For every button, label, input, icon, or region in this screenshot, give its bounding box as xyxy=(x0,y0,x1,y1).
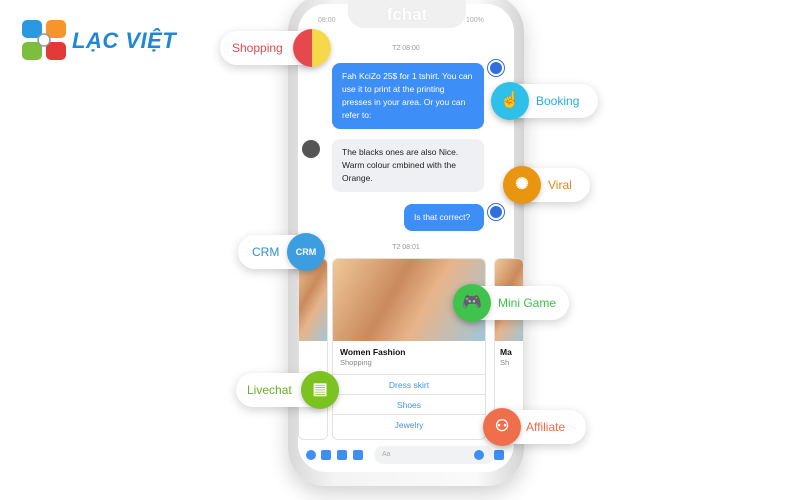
emoji-icon[interactable] xyxy=(474,450,484,460)
card-button-jewelry[interactable]: Jewelry xyxy=(333,414,485,434)
user-avatar xyxy=(302,140,320,158)
composer-bar: Aa xyxy=(304,446,508,464)
timestamp: T2 08:01 xyxy=(392,244,420,251)
plus-icon[interactable] xyxy=(306,450,316,460)
card-button-dress-skirt[interactable]: Dress skirt xyxy=(333,374,485,394)
viral-network-icon: ✺ xyxy=(503,166,541,204)
message-bubble-received: The blacks ones are also Nice. Warm colo… xyxy=(332,139,484,192)
gif-icon[interactable] xyxy=(353,450,363,460)
card-button-shoes[interactable]: Shoes xyxy=(333,394,485,414)
app-title: fchat xyxy=(348,0,466,28)
card-subtitle: Shopping xyxy=(340,358,372,367)
thumbs-up-icon[interactable] xyxy=(494,450,504,460)
bot-avatar xyxy=(488,204,504,220)
brand-name: LẠC VIỆT xyxy=(72,28,177,53)
card-title: Women Fashion xyxy=(340,347,406,357)
booking-hand-icon: ☝ xyxy=(491,82,529,120)
chat-bubbles-icon: ▤ xyxy=(301,371,339,409)
sticker-icon[interactable] xyxy=(337,450,347,460)
gamepad-icon: 🎮 xyxy=(453,284,491,322)
card-subtitle: Sh xyxy=(500,358,510,367)
shopping-bag-icon xyxy=(293,29,331,67)
status-time: 08:00 xyxy=(318,17,336,24)
message-bubble-sent: Is that correct? xyxy=(404,204,484,231)
affiliate-network-icon: ⚇ xyxy=(483,408,521,446)
crm-icon: CRM xyxy=(287,233,325,271)
bot-avatar xyxy=(488,60,504,76)
lac-viet-logo-icon xyxy=(22,20,66,60)
status-battery: 100% xyxy=(466,17,484,24)
card-title: Ma xyxy=(500,347,512,357)
carousel-card-prev[interactable] xyxy=(298,258,328,440)
message-bubble-sent: Fah KciZo 25$ for 1 tshirt. You can use … xyxy=(332,63,484,129)
image-icon[interactable] xyxy=(321,450,331,460)
